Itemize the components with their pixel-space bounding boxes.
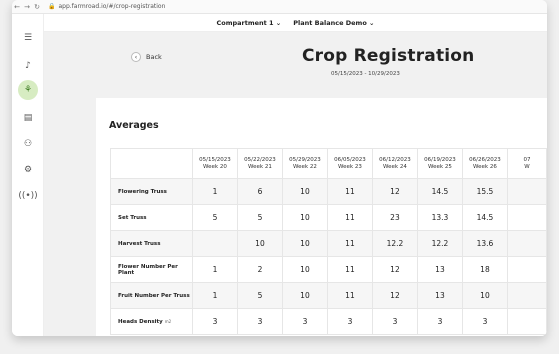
row-label: Set Truss (110, 204, 193, 231)
table-cell: 10 (281, 256, 328, 283)
table-cell (506, 308, 547, 335)
table-cell: 3 (326, 308, 373, 335)
gear-icon[interactable]: ⚙ (18, 160, 38, 180)
table-cell: 3 (416, 308, 463, 335)
column-header: 05/15/2023 Week 20 (191, 148, 238, 179)
table-cell: 5 (236, 282, 283, 309)
table-cell: 11 (326, 204, 373, 231)
table-cell: 1 (191, 256, 238, 283)
back-button[interactable]: ‹ Back (131, 52, 162, 62)
table-cell: 14.5 (416, 178, 463, 205)
table-cell: 14.5 (461, 204, 508, 231)
table-cell: 10 (281, 282, 328, 309)
table-header-row: 05/15/2023 Week 20 05/22/2023 Week 21 05/2… (110, 148, 547, 179)
table-row: Flowering Truss 1 6 10 11 12 14.5 15.5 (110, 178, 547, 205)
row-label: Fruit Number Per Truss (110, 282, 193, 309)
table-cell: 18 (461, 256, 508, 283)
table-cell: 2 (236, 256, 283, 283)
row-label: Harvest Truss (110, 230, 193, 257)
back-label: Back (146, 53, 162, 61)
table-row: Harvest Truss 10 10 11 12.2 12.2 13.6 (110, 230, 547, 257)
reload-icon[interactable]: ↻ (32, 3, 42, 11)
row-label: Flowering Truss (110, 178, 193, 205)
page-title: Crop Registration (302, 46, 475, 66)
table-cell: 12 (371, 282, 418, 309)
row-header-cell (110, 148, 193, 179)
averages-table: 05/15/2023 Week 20 05/22/2023 Week 21 05/2… (110, 148, 547, 335)
column-header: 06/05/2023 Week 23 (326, 148, 373, 179)
top-bar: Compartment 1 ⌄ Plant Balance Demo ⌄ (44, 14, 547, 32)
unit-label: m2 (164, 318, 172, 324)
table-cell (506, 256, 547, 283)
table-cell: 11 (326, 282, 373, 309)
app-window: ← → ↻ 🔒 app.farmroad.io/#/crop-registrat… (12, 0, 547, 336)
table-cell: 5 (236, 204, 283, 231)
column-header: 06/19/2023 Week 25 (416, 148, 463, 179)
table-cell: 10 (281, 230, 328, 257)
table-cell (506, 204, 547, 231)
table-cell: 11 (326, 256, 373, 283)
main-content: ‹ Back Crop Registration 05/15/2023 - 10… (44, 32, 547, 336)
project-selector[interactable]: Plant Balance Demo ⌄ (293, 19, 374, 27)
forward-arrow-icon[interactable]: → (22, 3, 32, 11)
table-cell: 13.6 (461, 230, 508, 257)
table-cell: 13 (416, 282, 463, 309)
table-cell: 5 (191, 204, 238, 231)
table-cell: 10 (281, 178, 328, 205)
table-cell: 3 (191, 308, 238, 335)
chart-icon[interactable]: ▤ (18, 108, 38, 128)
table-cell: 3 (461, 308, 508, 335)
table-cell: 10 (461, 282, 508, 309)
row-label: Flower Number Per Plant (110, 256, 193, 283)
table-row: Heads Density m2 3 3 3 3 3 3 3 (110, 308, 547, 335)
table-cell (191, 230, 238, 257)
column-header: 05/22/2023 Week 21 (236, 148, 283, 179)
averages-card: Averages 05/15/2023 Week 20 05/22/2023 Wee… (96, 98, 547, 336)
table-cell: 13.3 (416, 204, 463, 231)
table-cell: 1 (191, 282, 238, 309)
browser-toolbar: ← → ↻ 🔒 app.farmroad.io/#/crop-registrat… (12, 0, 547, 14)
table-cell: 12.2 (371, 230, 418, 257)
table-row: Set Truss 5 5 10 11 23 13.3 14.5 (110, 204, 547, 231)
table-cell (506, 230, 547, 257)
bell-icon[interactable]: ♪ (18, 56, 38, 76)
compartment-selector[interactable]: Compartment 1 ⌄ (216, 19, 281, 27)
table-cell: 12 (371, 178, 418, 205)
table-cell: 23 (371, 204, 418, 231)
lock-icon: 🔒 (48, 3, 56, 10)
column-header: 07 W (506, 148, 547, 179)
table-cell: 11 (326, 178, 373, 205)
table-cell: 11 (326, 230, 373, 257)
table-cell: 1 (191, 178, 238, 205)
table-cell: 6 (236, 178, 283, 205)
menu-icon[interactable]: ☰ (18, 28, 38, 48)
table-cell: 12.2 (416, 230, 463, 257)
sprout-icon[interactable]: ⚘ (18, 80, 38, 100)
sidebar: ☰ ♪ ⚘ ▤ ⚇ ⚙ ((•)) (12, 14, 44, 336)
address-bar[interactable]: app.farmroad.io/#/crop-registration (58, 3, 165, 10)
row-label: Heads Density m2 (110, 308, 193, 335)
table-cell: 10 (236, 230, 283, 257)
table-cell: 3 (281, 308, 328, 335)
table-cell: 3 (236, 308, 283, 335)
column-header: 06/26/2023 Week 26 (461, 148, 508, 179)
sensor-icon[interactable]: ((•)) (18, 186, 38, 206)
date-range: 05/15/2023 - 10/29/2023 (331, 71, 400, 77)
back-arrow-icon[interactable]: ← (12, 3, 22, 11)
table-cell: 12 (371, 256, 418, 283)
column-header: 06/12/2023 Week 24 (371, 148, 418, 179)
table-cell: 3 (371, 308, 418, 335)
table-row: Fruit Number Per Truss 1 5 10 11 12 13 1… (110, 282, 547, 309)
table-cell: 15.5 (461, 178, 508, 205)
table-cell (506, 282, 547, 309)
averages-title: Averages (109, 120, 159, 131)
users-icon[interactable]: ⚇ (18, 134, 38, 154)
table-cell: 13 (416, 256, 463, 283)
column-header: 05/29/2023 Week 22 (281, 148, 328, 179)
table-row: Flower Number Per Plant 1 2 10 11 12 13 … (110, 256, 547, 283)
chevron-left-icon: ‹ (131, 52, 141, 62)
table-cell: 10 (281, 204, 328, 231)
table-cell (506, 178, 547, 205)
